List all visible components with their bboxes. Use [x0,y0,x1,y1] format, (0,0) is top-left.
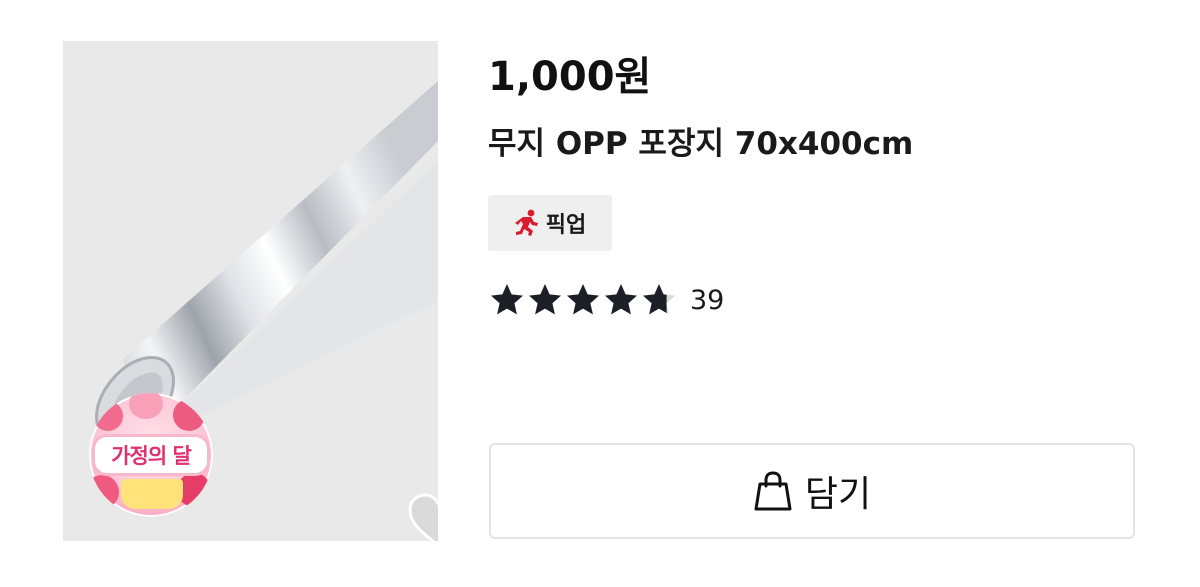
star-icon [643,284,675,315]
promo-badge-label: 가정의 달 [111,444,192,468]
pickup-label: 픽업 [545,213,587,238]
rating: 39 [488,280,724,320]
add-to-cart-button[interactable]: 담기 [489,443,1135,539]
review-count: 39 [690,284,725,316]
star-icon [529,284,561,315]
pickup-badge: 픽업 [488,195,612,251]
star-icon [567,284,599,315]
product-title: 무지 OPP 포장지 70x400cm [488,126,914,162]
price: 1,000원 [488,54,652,100]
wishlist-button[interactable] [407,493,438,541]
star-rating [488,281,678,319]
add-to-cart-label: 담기 [804,474,872,515]
promo-badge: 가정의 달 [89,393,213,517]
shopping-bag-icon [754,471,792,511]
product-image[interactable]: 가정의 달 [63,41,438,541]
heart-icon [408,493,438,541]
star-icon [491,284,523,315]
star-icon [605,284,637,315]
running-person-icon [514,209,538,236]
